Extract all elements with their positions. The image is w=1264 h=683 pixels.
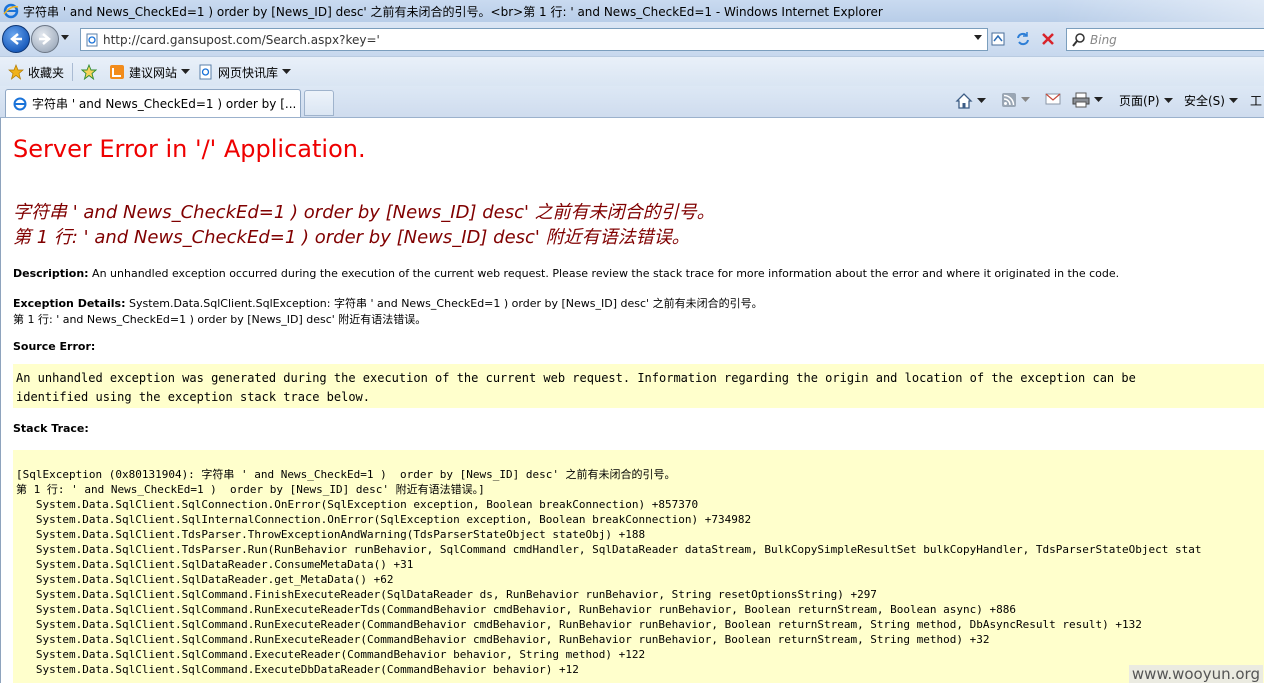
mail-icon bbox=[1045, 93, 1061, 105]
home-icon bbox=[955, 93, 973, 109]
stack-trace-box: [SqlException (0x80131904): 字符串 ' and Ne… bbox=[13, 450, 1264, 683]
page-title: Server Error in '/' Application. bbox=[13, 135, 366, 163]
chevron-down-icon bbox=[1163, 97, 1173, 103]
stack-trace-text: [SqlException (0x80131904): 字符串 ' and Ne… bbox=[16, 468, 1202, 676]
new-tab-button[interactable] bbox=[304, 90, 334, 116]
chevron-down-icon bbox=[977, 98, 986, 103]
suggested-sites-button[interactable]: 建议网站 bbox=[109, 64, 191, 81]
search-input[interactable]: Bing bbox=[1066, 28, 1264, 51]
page-menu-label: 页面(P) bbox=[1119, 94, 1160, 108]
source-error-text: An unhandled exception was generated dur… bbox=[16, 371, 1136, 404]
search-icon bbox=[1072, 32, 1085, 47]
tools-menu-label: 工 bbox=[1250, 94, 1263, 108]
description-text: An unhandled exception occurred during t… bbox=[88, 267, 1120, 280]
search-placeholder: Bing bbox=[1090, 32, 1117, 47]
source-error-label: Source Error: bbox=[13, 340, 96, 353]
favorites-separator bbox=[72, 63, 74, 81]
source-error-box: An unhandled exception was generated dur… bbox=[13, 364, 1264, 408]
tab-page-icon bbox=[13, 97, 27, 110]
address-url: http://card.gansupost.com/Search.aspx?ke… bbox=[103, 32, 380, 47]
exception-details-label: Exception Details: bbox=[13, 297, 126, 310]
chevron-down-icon bbox=[1228, 97, 1238, 103]
description-label: Description: bbox=[13, 267, 89, 280]
page-icon bbox=[86, 33, 98, 46]
read-mail-button[interactable] bbox=[1045, 92, 1061, 106]
web-slice-gallery-button[interactable]: 网页快讯库 bbox=[198, 64, 292, 81]
arrow-right-icon bbox=[39, 33, 51, 45]
feeds-button[interactable] bbox=[1001, 92, 1030, 108]
printer-icon bbox=[1072, 92, 1090, 108]
add-favorite-star-icon bbox=[81, 64, 98, 80]
compatibility-icon bbox=[991, 32, 1005, 45]
tab-label: 字符串 ' and News_CheckEd=1 ) order by [... bbox=[32, 97, 297, 111]
page-menu[interactable]: 页面(P) bbox=[1119, 92, 1173, 109]
suggested-sites-label: 建议网站 bbox=[129, 65, 178, 80]
error-message-line-2: 第 1 行: ' and News_CheckEd=1 ) order by [… bbox=[13, 227, 690, 248]
recent-pages-dropdown-icon[interactable] bbox=[60, 34, 70, 42]
safety-menu-label: 安全(S) bbox=[1184, 94, 1225, 108]
suggested-sites-icon bbox=[110, 65, 125, 79]
tools-menu[interactable]: 工 bbox=[1250, 92, 1262, 109]
favorites-button[interactable]: 收藏夹 bbox=[8, 64, 64, 81]
back-button[interactable] bbox=[2, 25, 30, 53]
compatibility-view-button[interactable] bbox=[987, 28, 1009, 49]
refresh-button[interactable] bbox=[1012, 28, 1034, 49]
favorites-label: 收藏夹 bbox=[28, 65, 65, 80]
stop-button[interactable] bbox=[1037, 28, 1059, 49]
window-title: 字符串 ' and News_CheckEd=1 ) order by [New… bbox=[23, 4, 883, 19]
window-title-bar: 字符串 ' and News_CheckEd=1 ) order by [New… bbox=[0, 0, 1264, 22]
chevron-down-icon bbox=[282, 69, 292, 74]
exception-details-text: System.Data.SqlClient.SqlException: 字符串 … bbox=[125, 297, 763, 310]
rss-feed-icon bbox=[1002, 93, 1016, 107]
window-controls-area bbox=[1054, 0, 1264, 22]
address-toolbar: http://card.gansupost.com/Search.aspx?ke… bbox=[0, 22, 1264, 56]
web-slice-icon bbox=[199, 64, 212, 80]
star-icon bbox=[8, 64, 24, 80]
ie-logo-icon bbox=[3, 3, 19, 19]
description: Description: An unhandled exception occu… bbox=[13, 267, 1119, 280]
address-input[interactable]: http://card.gansupost.com/Search.aspx?ke… bbox=[80, 28, 988, 51]
refresh-icon bbox=[1017, 31, 1029, 45]
exception-details: Exception Details: System.Data.SqlClient… bbox=[13, 295, 763, 311]
stack-trace-label: Stack Trace: bbox=[13, 422, 89, 435]
tab-current[interactable]: 字符串 ' and News_CheckEd=1 ) order by [... bbox=[5, 89, 301, 117]
home-button[interactable] bbox=[955, 92, 986, 110]
favorites-bar: 收藏夹 建议网站 网页快讯库 bbox=[0, 56, 1264, 87]
chevron-down-icon bbox=[1094, 97, 1103, 102]
safety-menu[interactable]: 安全(S) bbox=[1184, 92, 1238, 109]
error-message-line-1: 字符串 ' and News_CheckEd=1 ) order by [New… bbox=[13, 202, 715, 223]
add-to-favorites-bar-button[interactable] bbox=[81, 64, 101, 80]
exception-details-line-2: 第 1 行: ' and News_CheckEd=1 ) order by [… bbox=[13, 313, 427, 326]
print-button[interactable] bbox=[1072, 92, 1103, 108]
stop-icon bbox=[1042, 32, 1054, 45]
chevron-down-icon bbox=[1021, 97, 1030, 102]
address-dropdown-icon[interactable] bbox=[973, 34, 983, 42]
tab-row: 字符串 ' and News_CheckEd=1 ) order by [... bbox=[0, 86, 1264, 118]
forward-button[interactable] bbox=[31, 25, 59, 53]
watermark: www.wooyun.org bbox=[1128, 665, 1263, 683]
arrow-left-icon bbox=[10, 33, 22, 45]
web-slice-label: 网页快讯库 bbox=[218, 65, 279, 80]
page-content: Server Error in '/' Application. 字符串 ' a… bbox=[0, 118, 1264, 683]
chevron-down-icon bbox=[181, 69, 191, 74]
